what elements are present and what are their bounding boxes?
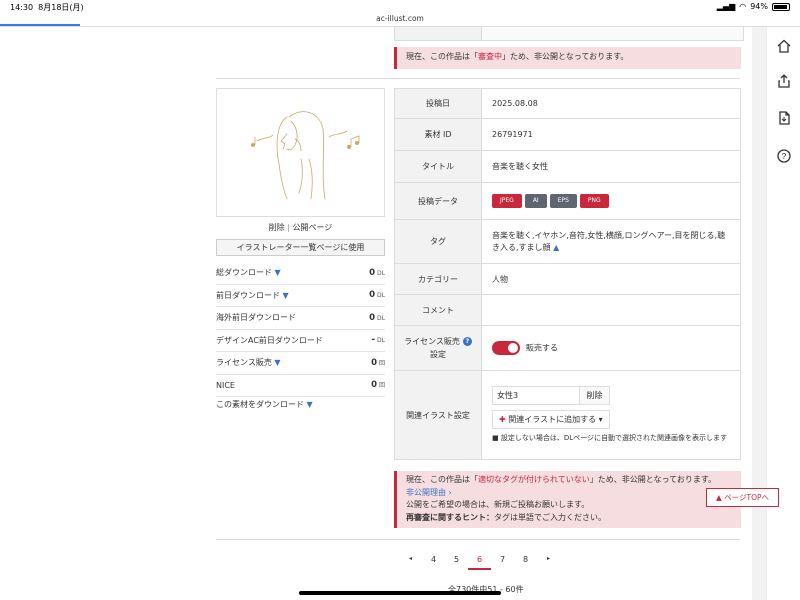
wifi-icon: ◠ <box>739 2 747 11</box>
battery-percent: 94% <box>750 2 768 11</box>
related-note: ■ 設定しない場合は、DLページに自動で選択された関連画像を表示します <box>492 434 727 442</box>
related-item: 女性3 削除 <box>492 386 730 405</box>
public-page-link[interactable]: 公開ページ <box>292 223 332 232</box>
collapse-tags-icon[interactable]: ▲ <box>553 243 559 252</box>
pagination: ◂ 4 5 6 7 8 ▸ <box>399 555 560 570</box>
home-indicator <box>299 591 501 595</box>
home-icon[interactable] <box>776 38 792 54</box>
review-status-alert: 現在、この作品は「審査中」ため、非公開となっております。 <box>394 47 741 69</box>
stat-row: ライセンス販売 ▼ 0 回 <box>216 352 385 375</box>
format-badge-ai[interactable]: AI <box>524 194 547 208</box>
status-indicators: ▂▄▆ ◠ 94% <box>717 2 790 11</box>
signal-icon: ▂▄▆ <box>716 2 736 11</box>
row-tags: タグ 音楽を聴く,イヤホン,音符,女性,横顔,ロングヘアー,目を閉じる,聴き入る… <box>394 219 741 264</box>
stat-row: デザインAC前日ダウンロード - DL <box>216 330 385 352</box>
stat-row: 総ダウンロード ▼ 0 DL <box>216 262 385 285</box>
download-material-link[interactable]: この素材をダウンロード ▼ <box>216 399 313 410</box>
format-badge-png[interactable]: PNG <box>579 194 609 208</box>
page-link-current[interactable]: 6 <box>468 555 491 570</box>
row-comment: コメント <box>394 294 741 326</box>
woman-listening-illustration <box>251 111 360 200</box>
use-in-illustrator-list-button[interactable]: イラストレーター一覧ページに使用 <box>216 239 385 256</box>
download-stats: 総ダウンロード ▼ 0 DL 前日ダウンロード ▼ 0 DL 海外前日ダウンロード 0 DL… <box>216 262 385 397</box>
expand-arrow-icon[interactable]: ▼ <box>274 358 280 367</box>
row-date: 投稿日 2025.08.08 <box>394 88 741 119</box>
row-related: 関連イラスト設定 女性3 削除 ✚ 関連イラストに追加する ▾ ■ 設定しない場… <box>394 370 741 460</box>
page-link[interactable]: 5 <box>445 555 468 570</box>
stat-row: 前日ダウンロード ▼ 0 DL <box>216 285 385 307</box>
material-info-table: 投稿日 2025.08.08 素材 ID 26791971 タイトル 音楽を聴く… <box>394 88 741 460</box>
share-icon[interactable] <box>776 73 792 89</box>
row-category: カテゴリー 人物 <box>394 263 741 295</box>
previous-table-bottom <box>394 27 744 41</box>
help-icon[interactable]: ? <box>462 337 472 346</box>
related-illust-input[interactable]: 女性3 <box>492 386 580 405</box>
add-related-illust-button[interactable]: ✚ 関連イラストに追加する ▾ <box>492 410 610 429</box>
format-badge-jpeg[interactable]: JPEG <box>492 194 522 208</box>
expand-arrow-icon[interactable]: ▼ <box>275 268 281 277</box>
related-remove-button[interactable]: 削除 <box>580 386 610 405</box>
row-title: タイトル 音楽を聴く女性 <box>394 150 741 183</box>
license-sale-toggle[interactable] <box>492 341 520 355</box>
next-page-icon[interactable]: ▸ <box>537 555 560 570</box>
page-link[interactable]: 7 <box>491 555 514 570</box>
expand-arrow-icon[interactable]: ▼ <box>283 291 289 300</box>
format-badge-eps[interactable]: EPS <box>549 194 577 208</box>
illustration-thumbnail[interactable] <box>216 88 385 217</box>
left-sidebar-pane <box>0 27 204 600</box>
help-circle-icon[interactable]: ? <box>776 148 792 164</box>
stat-row: NICE 0 回 <box>216 375 385 397</box>
row-formats: 投稿データ JPEG AI EPS PNG <box>394 182 741 220</box>
thumbnail-actions: 削除 | 公開ページ <box>268 223 333 232</box>
page-link[interactable]: 4 <box>422 555 445 570</box>
document-icon[interactable] <box>776 110 792 126</box>
status-time: 14:30 8月18日(月) <box>10 3 84 12</box>
divider <box>216 78 740 79</box>
battery-icon <box>772 2 790 11</box>
page-top-button[interactable]: ▲ ページTOPへ <box>706 488 779 507</box>
private-reason-alert: 現在、この作品は「適切なタグが付けられていない」ため、非公開となっております。 … <box>394 471 741 528</box>
stat-row: 海外前日ダウンロード 0 DL <box>216 307 385 330</box>
main-content: 現在、この作品は「審査中」ため、非公開となっております。 削除 | 公開ページ … <box>204 27 752 600</box>
url-bar[interactable]: ac-illust.com <box>0 14 800 26</box>
right-toolbar: ? <box>766 27 800 600</box>
row-license: ライセンス販売? 設定 販売する <box>394 325 741 371</box>
expand-arrow-icon[interactable]: ▼ <box>307 400 313 409</box>
svg-text:?: ? <box>782 152 787 161</box>
delete-link[interactable]: 削除 <box>269 223 285 232</box>
row-id: 素材 ID 26791971 <box>394 118 741 151</box>
divider <box>216 539 740 540</box>
prev-page-icon[interactable]: ◂ <box>399 555 422 570</box>
tag-list: 音楽を聴く,イヤホン,音符,女性,横顔,ロングヘアー,目を閉じる,聴き入る,すま… <box>492 230 726 252</box>
status-bar: 14:30 8月18日(月) ▂▄▆ ◠ 94% <box>0 0 800 14</box>
private-reason-link[interactable]: 非公開理由 › <box>406 487 732 500</box>
page-link[interactable]: 8 <box>514 555 537 570</box>
plus-icon: ✚ <box>499 415 506 424</box>
